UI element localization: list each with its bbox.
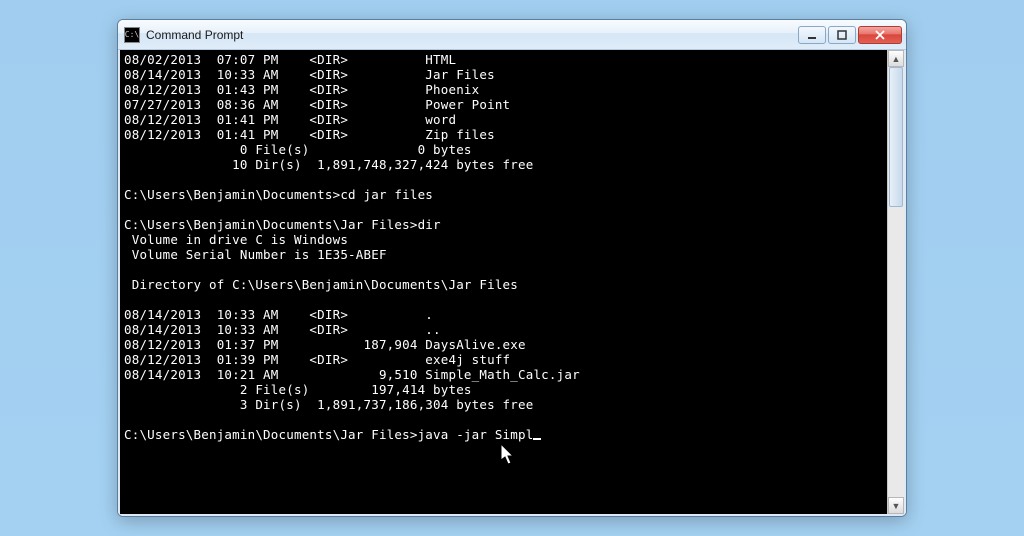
scroll-up-button[interactable]: ▲ [888, 50, 904, 67]
window-title: Command Prompt [146, 28, 792, 42]
scroll-track[interactable] [888, 67, 904, 497]
prompt: C:\Users\Benjamin\Documents\Jar Files> [124, 427, 418, 442]
text-cursor [533, 438, 541, 440]
command-prompt-window: C:\ Command Prompt 08/02/2013 07:07 PM <… [117, 19, 907, 517]
app-icon: C:\ [124, 27, 140, 43]
titlebar[interactable]: C:\ Command Prompt [118, 20, 906, 50]
maximize-button[interactable] [828, 26, 856, 44]
typed-command: java -jar Simpl [418, 427, 534, 442]
minimize-button[interactable] [798, 26, 826, 44]
window-controls [798, 26, 904, 44]
scroll-down-button[interactable]: ▼ [888, 497, 904, 514]
scroll-thumb[interactable] [889, 67, 903, 207]
console-output[interactable]: 08/02/2013 07:07 PM <DIR> HTML 08/14/201… [120, 50, 887, 514]
close-button[interactable] [858, 26, 902, 44]
vertical-scrollbar[interactable]: ▲ ▼ [887, 50, 904, 514]
console-area: 08/02/2013 07:07 PM <DIR> HTML 08/14/201… [118, 50, 906, 516]
